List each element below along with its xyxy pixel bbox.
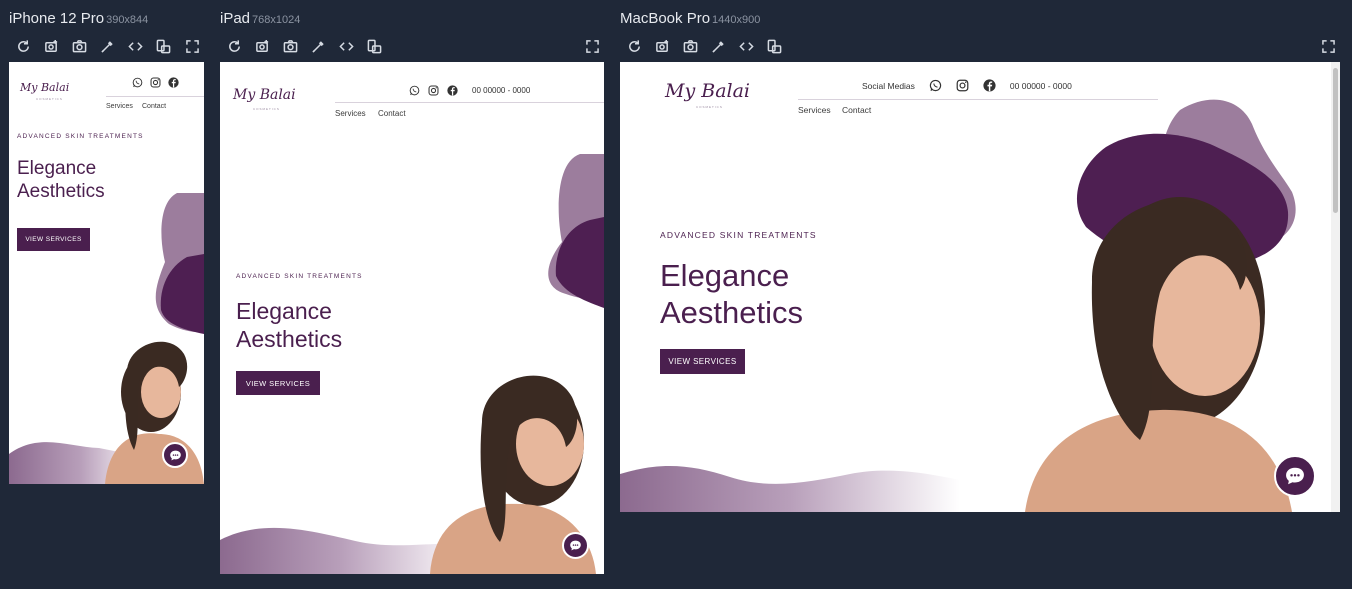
phone-number[interactable]: 00 00000 - 0000 [1010,81,1072,91]
social-links: 00 00000 - 0000 [409,85,530,96]
hero-headline: Elegance Aesthetics [236,298,342,353]
chat-bubble-icon [570,540,581,551]
nav-contact[interactable]: Contact [378,109,406,118]
hero-headline: Elegance Aesthetics [660,257,803,331]
social-links: Social Medias 00 00000 - 0000 [862,79,1072,92]
nav-divider [106,96,204,97]
whatsapp-icon[interactable] [929,79,942,92]
nav-contact[interactable]: Contact [142,103,166,110]
view-services-button[interactable]: VIEW SERVICES [236,371,320,395]
viewport-ipad: My Balai COSMETICS 00 00000 - 0000 Servi… [220,62,604,574]
scrollbar-thumb[interactable] [1333,68,1338,213]
view-services-button[interactable]: VIEW SERVICES [17,228,90,251]
device-header: MacBook Pro 1440x900 [620,10,760,28]
hero-eyebrow: ADVANCED SKIN TREATMENTS [660,230,817,240]
nav-services[interactable]: Services [106,103,133,110]
instagram-icon[interactable] [150,77,161,88]
chat-bubble-icon [169,450,181,460]
facebook-icon[interactable] [447,85,458,96]
screenshot-area-icon[interactable] [248,37,276,55]
device-name: iPhone 12 Pro [9,10,105,27]
logo-subtitle: COSMETICS [36,97,63,101]
eyedropper-icon[interactable] [304,37,332,55]
reload-icon[interactable] [220,37,248,55]
nav-contact[interactable]: Contact [842,105,871,115]
headline-line-2: Aesthetics [17,180,105,202]
social-label: Social Medias [862,80,915,91]
device-name: MacBook Pro [620,10,711,27]
camera-icon[interactable] [676,37,704,55]
viewport-macbook: My Balai COSMETICS Social Medias 00 0000… [620,62,1340,512]
reload-icon[interactable] [9,37,37,55]
reload-icon[interactable] [620,37,648,55]
hero-headline: Elegance Aesthetics [17,158,105,204]
expand-icon[interactable] [583,37,601,55]
facebook-icon[interactable] [983,79,996,92]
code-icon[interactable] [332,37,360,55]
device-size: 768x1024 [252,14,301,26]
chat-bubble-icon [1286,467,1304,485]
eyedropper-icon[interactable] [704,37,732,55]
hero-eyebrow: ADVANCED SKIN TREATMENTS [17,133,144,140]
headline-line-1: Elegance [236,298,332,324]
logo[interactable]: My Balai [233,87,296,103]
expand-icon[interactable] [183,37,201,55]
nav-services[interactable]: Services [798,105,831,115]
screenshot-area-icon[interactable] [37,37,65,55]
logo-subtitle: COSMETICS [696,105,723,109]
camera-icon[interactable] [65,37,93,55]
rotate-icon[interactable] [149,37,177,55]
rotate-icon[interactable] [360,37,388,55]
device-toolbar [9,37,177,55]
view-services-button[interactable]: VIEW SERVICES [660,349,745,374]
code-icon[interactable] [121,37,149,55]
hero-eyebrow: ADVANCED SKIN TREATMENTS [236,273,363,280]
screenshot-area-icon[interactable] [648,37,676,55]
instagram-icon[interactable] [428,85,439,96]
chat-button[interactable] [562,532,589,559]
headline-line-2: Aesthetics [660,295,804,331]
headline-line-1: Elegance [660,258,790,293]
whatsapp-icon[interactable] [132,77,143,88]
device-size: 1440x900 [712,14,761,26]
eyedropper-icon[interactable] [93,37,121,55]
instagram-icon[interactable] [956,79,969,92]
rotate-icon[interactable] [760,37,788,55]
logo-subtitle: COSMETICS [253,107,280,111]
expand-icon[interactable] [1319,37,1337,55]
chat-button[interactable] [1274,455,1316,497]
device-toolbar [620,37,788,55]
whatsapp-icon[interactable] [409,85,420,96]
viewport-iphone: My Balai COSMETICS Services Contact ADVA… [9,62,204,484]
phone-number[interactable]: 00 00000 - 0000 [472,86,530,95]
nav-services[interactable]: Services [335,109,366,118]
chat-button[interactable] [162,442,188,468]
device-toolbar [220,37,388,55]
nav-divider [335,102,604,103]
social-links [132,77,179,88]
logo[interactable]: My Balai [20,81,69,94]
facebook-icon[interactable] [168,77,179,88]
device-header: iPad 768x1024 [220,10,300,28]
nav-divider [798,99,1158,100]
decorative-art [9,193,204,484]
device-size: 390x844 [106,14,149,26]
headline-line-2: Aesthetics [236,325,343,352]
logo[interactable]: My Balai [665,80,750,102]
device-header: iPhone 12 Pro 390x844 [9,10,148,28]
headline-line-1: Elegance [17,158,97,179]
device-name: iPad [220,10,251,27]
code-icon[interactable] [732,37,760,55]
camera-icon[interactable] [276,37,304,55]
scrollbar[interactable] [1331,62,1340,512]
